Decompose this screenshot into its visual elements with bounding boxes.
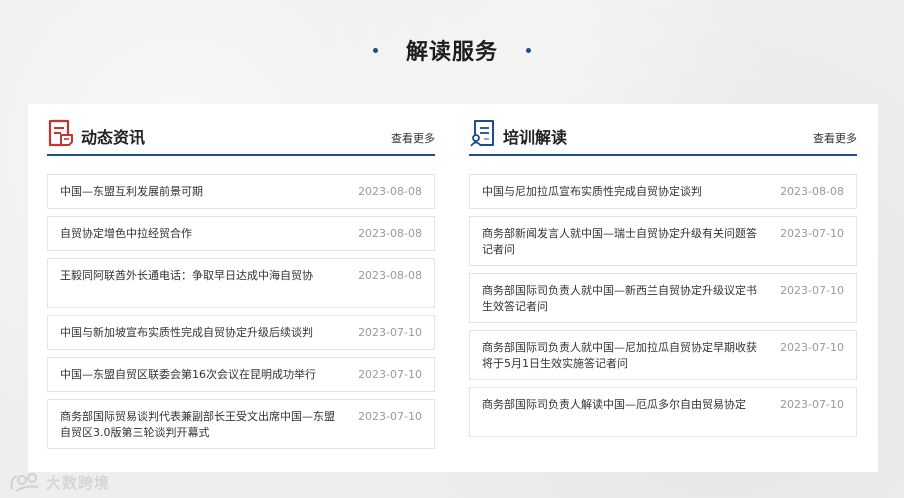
list-item[interactable]: 中国与新加坡宣布实质性完成自贸协定升级后续谈判 2023-07-10 bbox=[47, 315, 435, 350]
list-item[interactable]: 商务部新闻发言人就中国—瑞士自贸协定升级有关问题答记者问 2023-07-10 bbox=[469, 216, 857, 266]
list-item[interactable]: 商务部国际司负责人解读中国—厄瓜多尔自由贸易协定 2023-07-10 bbox=[469, 387, 857, 437]
page-title-text: 解读服务 bbox=[405, 40, 498, 65]
list-item-title: 商务部国际司负责人解读中国—厄瓜多尔自由贸易协定 bbox=[482, 398, 746, 411]
list-item-date: 2023-07-10 bbox=[780, 227, 844, 240]
list-item[interactable]: 中国—东盟自贸区联委会第16次会议在昆明成功举行 2023-07-10 bbox=[47, 357, 435, 392]
list-item-date: 2023-08-08 bbox=[358, 227, 422, 240]
training-title: 培训解读 bbox=[503, 128, 568, 147]
title-dot-right bbox=[526, 47, 531, 53]
list-item-date: 2023-07-10 bbox=[358, 368, 422, 381]
training-header: 培训解读 查看更多 bbox=[469, 118, 857, 156]
news-document-icon bbox=[47, 118, 75, 148]
content-panel: 动态资讯 查看更多 中国—东盟互利发展前景可期 2023-08-08 自贸协定增… bbox=[28, 104, 878, 472]
list-item[interactable]: 王毅同阿联酋外长通电话：争取早日达成中海自贸协 2023-08-08 bbox=[47, 258, 435, 308]
watermark-logo-icon bbox=[10, 473, 39, 492]
training-column: 培训解读 查看更多 中国与尼加拉瓜宣布实质性完成自贸协定谈判 2023-08-0… bbox=[469, 118, 857, 444]
training-more-link[interactable]: 查看更多 bbox=[813, 130, 857, 146]
page-title: 解读服务 bbox=[0, 30, 904, 70]
watermark-logo: 大数跨境 bbox=[8, 470, 110, 494]
list-item-date: 2023-07-10 bbox=[358, 326, 422, 339]
list-item-date: 2023-07-10 bbox=[358, 410, 422, 423]
list-item-date: 2023-07-10 bbox=[780, 284, 844, 297]
list-item[interactable]: 商务部国际贸易谈判代表兼副部长王受文出席中国—东盟自贸区3.0版第三轮谈判开幕式… bbox=[47, 399, 435, 449]
list-item[interactable]: 商务部国际司负责人就中国—尼加拉瓜自贸协定早期收获将于5月1日生效实施答记者问 … bbox=[469, 330, 857, 380]
list-item[interactable]: 中国与尼加拉瓜宣布实质性完成自贸协定谈判 2023-08-08 bbox=[469, 174, 857, 209]
title-dot-left bbox=[372, 47, 378, 53]
training-list: 中国与尼加拉瓜宣布实质性完成自贸协定谈判 2023-08-08 商务部新闻发言人… bbox=[469, 174, 857, 437]
list-item-title: 中国与尼加拉瓜宣布实质性完成自贸协定谈判 bbox=[482, 184, 702, 198]
list-item-title: 王毅同阿联酋外长通电话：争取早日达成中海自贸协 bbox=[60, 269, 313, 282]
list-item-title: 中国—东盟互利发展前景可期 bbox=[60, 184, 203, 198]
news-column: 动态资讯 查看更多 中国—东盟互利发展前景可期 2023-08-08 自贸协定增… bbox=[47, 118, 435, 456]
list-item-title: 商务部新闻发言人就中国—瑞士自贸协定升级有关问题答记者问 bbox=[482, 227, 757, 256]
list-item[interactable]: 中国—东盟互利发展前景可期 2023-08-08 bbox=[47, 174, 435, 209]
news-title: 动态资讯 bbox=[81, 128, 146, 147]
training-document-icon bbox=[469, 118, 497, 148]
news-list: 中国—东盟互利发展前景可期 2023-08-08 自贸协定增色中拉经贸合作 20… bbox=[47, 174, 435, 449]
news-more-link[interactable]: 查看更多 bbox=[391, 130, 435, 146]
watermark-text: 大数跨境 bbox=[46, 473, 111, 492]
list-item-title: 中国—东盟自贸区联委会第16次会议在昆明成功举行 bbox=[60, 367, 316, 381]
list-item[interactable]: 自贸协定增色中拉经贸合作 2023-08-08 bbox=[47, 216, 435, 251]
list-item[interactable]: 商务部国际司负责人就中国—新西兰自贸协定升级议定书生效答记者问 2023-07-… bbox=[469, 273, 857, 323]
list-item-date: 2023-08-08 bbox=[358, 269, 422, 282]
list-item-title: 商务部国际贸易谈判代表兼副部长王受文出席中国—东盟自贸区3.0版第三轮谈判开幕式 bbox=[60, 410, 335, 439]
list-item-date: 2023-07-10 bbox=[780, 341, 844, 354]
list-item-date: 2023-08-08 bbox=[780, 185, 844, 198]
list-item-date: 2023-08-08 bbox=[358, 185, 422, 198]
list-item-title: 商务部国际司负责人就中国—尼加拉瓜自贸协定早期收获将于5月1日生效实施答记者问 bbox=[482, 341, 757, 370]
list-item-title: 自贸协定增色中拉经贸合作 bbox=[60, 226, 192, 240]
news-header: 动态资讯 查看更多 bbox=[47, 118, 435, 156]
list-item-date: 2023-07-10 bbox=[780, 398, 844, 411]
list-item-title: 商务部国际司负责人就中国—新西兰自贸协定升级议定书生效答记者问 bbox=[482, 284, 757, 313]
list-item-title: 中国与新加坡宣布实质性完成自贸协定升级后续谈判 bbox=[60, 325, 313, 339]
